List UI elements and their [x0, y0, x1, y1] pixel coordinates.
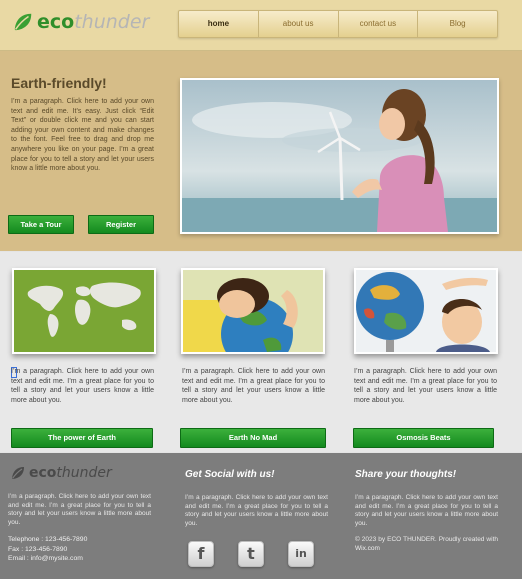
social-heading: Get Social with us! [185, 469, 275, 480]
telephone-text: Telephone : 123-456-7890 [8, 536, 88, 543]
hero-paragraph: I’m a paragraph. Click here to add your … [11, 98, 154, 173]
share-text: I’m a paragraph. Click here to add your … [355, 494, 498, 527]
nav-home[interactable]: home [179, 11, 259, 37]
hero-title: Earth-friendly! [11, 75, 107, 91]
hero-image [180, 78, 499, 234]
grass-world-map-image [14, 270, 154, 352]
copyright-text: © 2023 by ECO THUNDER. Proudly created w… [355, 536, 498, 553]
feature-3-text: I’m a paragraph. Click here to add your … [354, 368, 497, 404]
register-button[interactable]: Register [88, 215, 154, 234]
feature-image-globe-hug [181, 268, 325, 354]
feature-1-text: I’m a paragraph. Click here to add your … [11, 368, 154, 404]
fax-text: Fax : 123-456-7890 [8, 545, 68, 553]
girl-with-wind-turbine-image [182, 80, 497, 232]
twitter-icon[interactable]: t [238, 541, 264, 567]
nav-contact-us[interactable]: contact us [339, 11, 419, 37]
facebook-icon[interactable]: f [188, 541, 214, 567]
main-nav: home about us contact us Blog [178, 10, 498, 38]
nav-about-us[interactable]: about us [259, 11, 339, 37]
share-heading: Share your thoughts! [355, 469, 457, 480]
footer-contact: Telephone : 123-456-7890 Fax : 123-456-7… [8, 535, 87, 564]
osmosis-beats-button[interactable]: Osmosis Beats [353, 428, 494, 448]
footer-logo-eco-text: eco [29, 465, 57, 481]
email-text: Email : info@mysite.com [8, 555, 83, 562]
take-a-tour-button[interactable]: Take a Tour [8, 215, 74, 234]
linkedin-icon[interactable]: in [288, 541, 314, 567]
social-text: I’m a paragraph. Click here to add your … [185, 494, 328, 527]
feature-image-boy-globe [354, 268, 498, 354]
leaf-icon [12, 467, 24, 479]
wix-link[interactable]: Wix.com [355, 545, 380, 552]
logo-eco-text: eco [37, 11, 75, 33]
logo-thunder-text: thunder [74, 11, 150, 33]
footer-about-text: I’m a paragraph. Click here to add your … [8, 493, 151, 526]
boy-with-globe-image [356, 270, 496, 352]
footer-logo[interactable]: eco thunder [10, 465, 112, 481]
copyright-label: © 2023 by ECO THUNDER. Proudly created w… [355, 536, 498, 543]
feature-2-text: I’m a paragraph. Click here to add your … [182, 368, 325, 404]
site-logo[interactable]: eco thunder [12, 8, 149, 36]
feature-image-world-map [12, 268, 156, 354]
nav-blog[interactable]: Blog [418, 11, 497, 37]
leaf-icon [14, 13, 32, 31]
child-hugging-globe-image [183, 270, 323, 352]
footer-logo-thunder-text: thunder [56, 465, 112, 481]
power-of-earth-button[interactable]: The power of Earth [11, 428, 153, 448]
earth-no-mad-button[interactable]: Earth No Mad [180, 428, 326, 448]
